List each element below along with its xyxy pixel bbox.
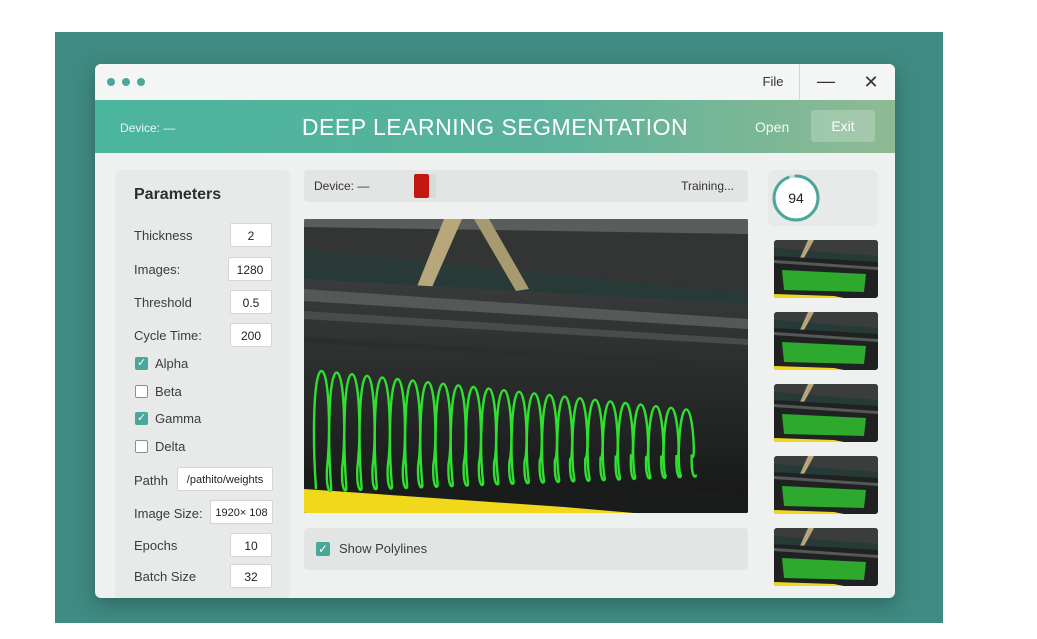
minimize-button[interactable]: — [810,64,842,100]
close-button[interactable]: ✕ [855,64,887,100]
beta-label[interactable]: Beta [155,384,182,399]
segmentation-viewer[interactable] [304,219,748,513]
beta-checkbox[interactable] [135,385,148,398]
exit-button[interactable]: Exit [811,110,875,142]
images-label: Images: [134,262,181,277]
show-polylines-label[interactable]: Show Polylines [339,528,427,570]
status-slider-fill [414,174,430,198]
parameters-panel: Parameters Thickness 2 Images: 1280 Thre… [115,170,290,598]
image-size-label: Image Size: [134,506,203,521]
app-header: Device: — DEEP LEARNING SEGMENTATION Ope… [95,100,895,153]
app-window: File — ✕ Device: — DEEP LEARNING SEGMENT… [95,64,895,598]
thumbnail-4[interactable] [774,456,878,514]
open-button[interactable]: Open [755,100,789,153]
thumbnail-image [774,384,878,442]
progress-ring: 94 [772,174,820,222]
threshold-label: Threshold [134,295,192,310]
file-menu[interactable]: File [747,64,800,100]
thumbnail-image [774,528,878,586]
thumbnail-2[interactable] [774,312,878,370]
thickness-label: Thickness [134,228,193,243]
parameters-title: Parameters [134,186,222,203]
gamma-label[interactable]: Gamma [155,411,201,426]
thumbnail-image [774,240,878,298]
delta-label[interactable]: Delta [155,439,185,454]
epochs-input[interactable]: 10 [230,533,272,557]
thickness-input[interactable]: 2 [230,223,272,247]
window-dot-1 [107,78,115,86]
threshold-input[interactable]: 0.5 [230,290,272,314]
window-dot-2 [122,78,130,86]
cycle-time-label: Cycle Time: [134,328,202,343]
thumbnail-3[interactable] [774,384,878,442]
segmentation-image [304,219,748,513]
path-label: Pathh [134,473,168,488]
window-dot-3 [137,78,145,86]
status-bar: Device: — Training... [304,170,748,202]
images-input[interactable]: 1280 [228,257,272,281]
gamma-checkbox[interactable] [135,411,148,425]
status-device-label: Device: — [314,179,370,193]
image-size-input[interactable]: 1920× 108 [210,500,273,524]
show-polylines-bar: Show Polylines [304,528,748,570]
cycle-time-input[interactable]: 200 [230,323,272,347]
training-status: Training... [681,179,734,193]
thumbnail-image [774,456,878,514]
batch-size-input[interactable]: 32 [230,564,272,588]
app-title: DEEP LEARNING SEGMENTATION [301,114,689,140]
epochs-label: Epochs [134,538,178,553]
progress-value: 94 [788,190,804,206]
status-slider[interactable] [414,174,436,198]
thumbnail-image [774,312,878,370]
header-device-label: Device: — [120,121,176,135]
alpha-label[interactable]: Alpha [155,356,188,371]
alpha-checkbox[interactable] [135,356,148,370]
path-input[interactable]: /pathito/weights [177,467,273,491]
progress-card: 94 [768,170,878,226]
title-bar: File — ✕ [95,64,895,101]
thumbnail-1[interactable] [774,240,878,298]
delta-checkbox[interactable] [135,440,148,453]
thumbnail-5[interactable] [774,528,878,586]
show-polylines-checkbox[interactable] [316,542,330,556]
batch-size-label: Batch Size [134,569,197,584]
